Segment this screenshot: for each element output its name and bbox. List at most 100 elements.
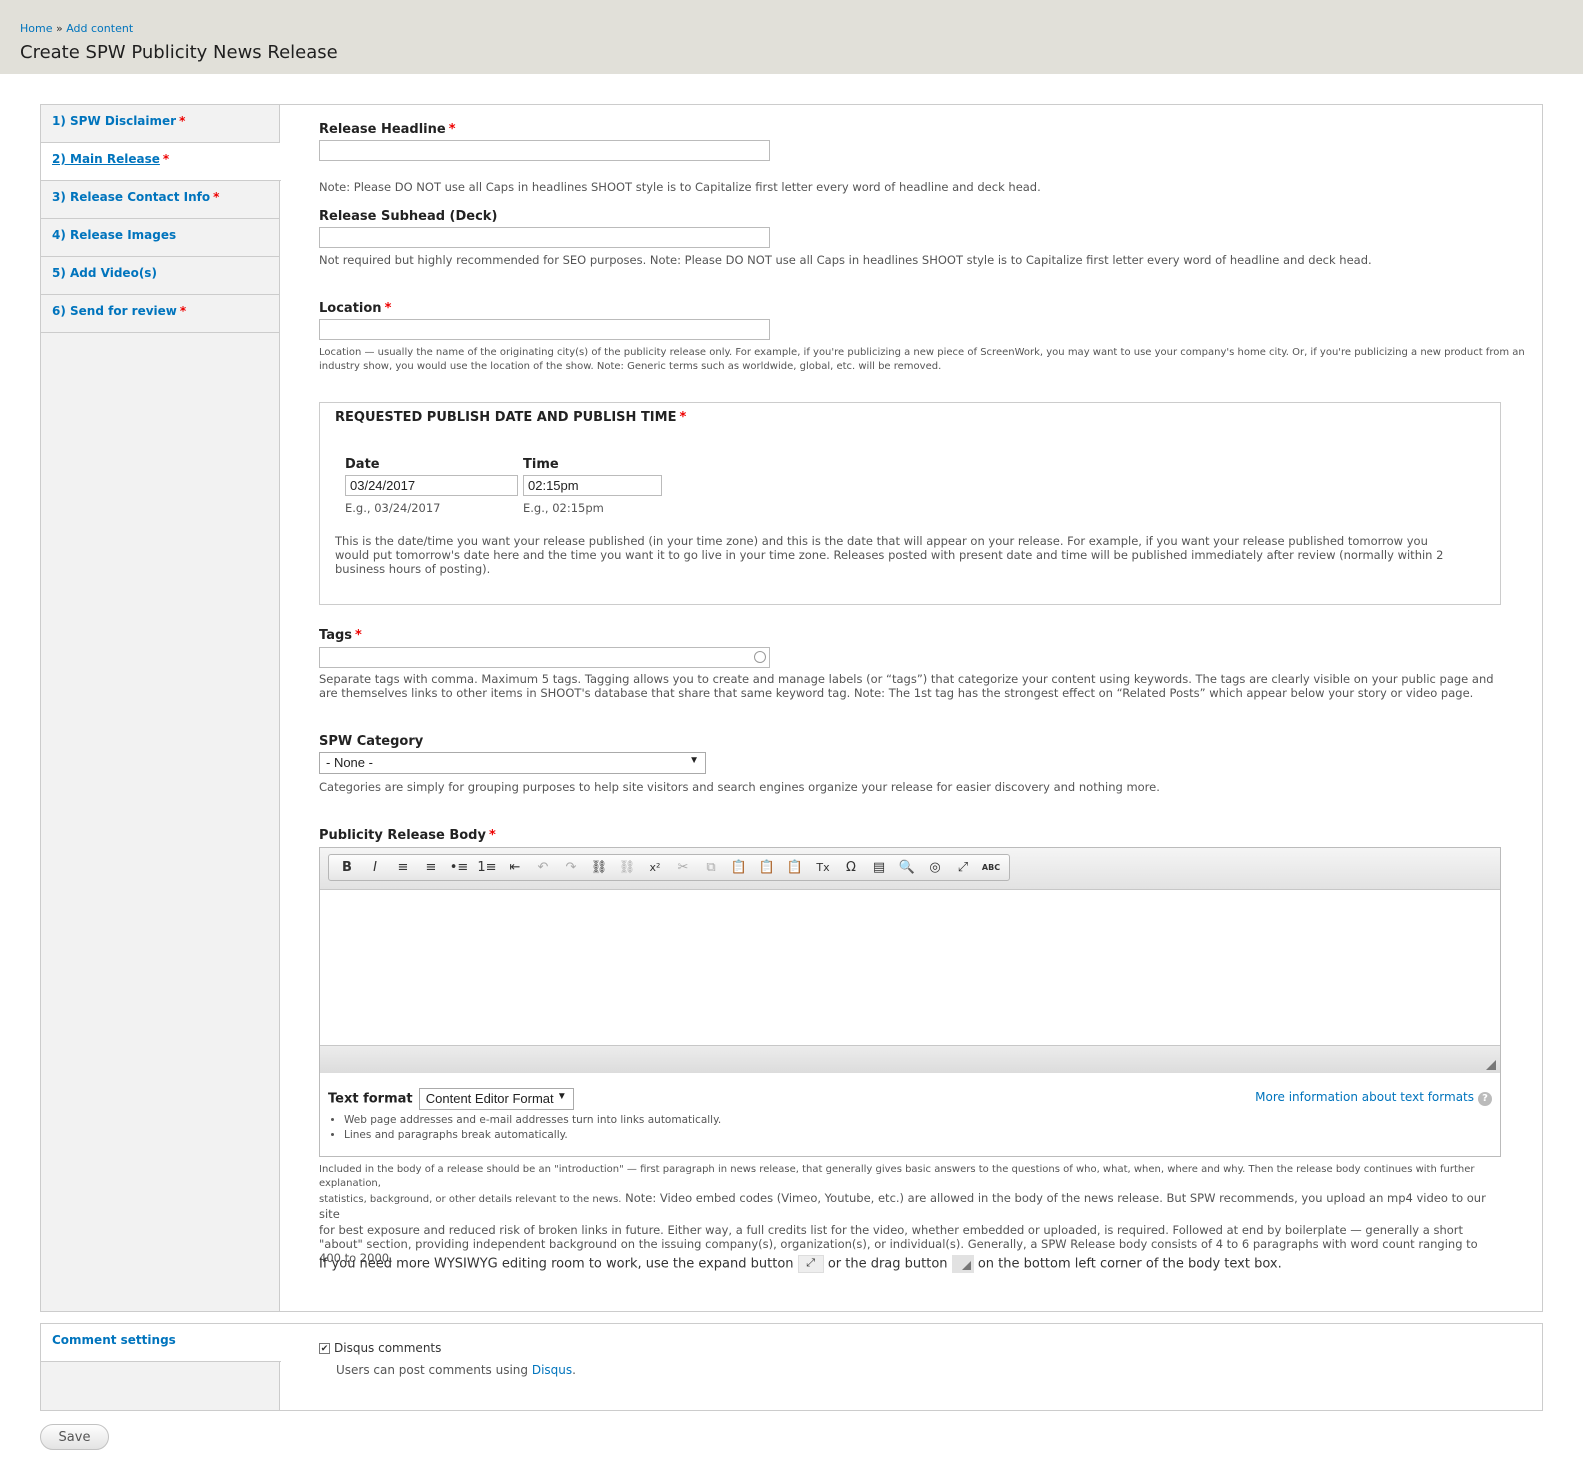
text-format-selected: Content Editor Format — [425, 1091, 554, 1106]
list-item: Web page addresses and e-mail addresses … — [344, 1113, 721, 1128]
tab-label[interactable]: 3) Release Contact Info — [52, 190, 210, 204]
comment-settings-tab-list: Comment settings — [41, 1324, 281, 1410]
paste-icon[interactable]: 📋 — [725, 856, 753, 880]
maximize-icon: ⤢ — [797, 1255, 824, 1273]
location-input[interactable] — [319, 319, 770, 340]
required-marker: * — [179, 114, 186, 128]
date-example: E.g., 03/24/2017 — [345, 501, 441, 515]
outdent-icon[interactable]: ⇤ — [501, 856, 529, 880]
source-icon[interactable]: ◎ — [921, 856, 949, 880]
italic-icon[interactable]: I — [361, 856, 389, 880]
list-item: Lines and paragraphs break automatically… — [344, 1128, 721, 1143]
subhead-note: Not required but highly recommended for … — [319, 253, 1372, 267]
chevron-down-icon: ▼ — [556, 1091, 567, 1102]
tags-field — [319, 647, 770, 668]
time-input[interactable] — [523, 475, 662, 496]
superscript-icon[interactable]: x² — [641, 856, 669, 880]
disqus-link[interactable]: Disqus — [532, 1363, 572, 1377]
tab-send-for-review[interactable]: 6) Send for review * — [41, 295, 279, 333]
save-button[interactable]: Save — [40, 1424, 109, 1450]
breadcrumb-home-link[interactable]: Home — [20, 22, 52, 35]
date-label: Date — [345, 457, 380, 472]
breadcrumb-add-content-link[interactable]: Add content — [66, 22, 133, 35]
tab-label[interactable]: Comment settings — [52, 1333, 176, 1347]
numbered-list-icon[interactable]: 1≡ — [473, 856, 501, 880]
maximize-icon[interactable]: ⤢ — [949, 856, 977, 880]
page-title: Create SPW Publicity News Release — [20, 42, 338, 63]
headline-label: Release Headline * — [319, 122, 456, 137]
align-center-icon[interactable]: ≡ — [417, 856, 445, 880]
tab-release-contact-info[interactable]: 3) Release Contact Info * — [41, 181, 279, 219]
category-label: SPW Category — [319, 734, 424, 749]
cut-icon[interactable]: ✂ — [669, 856, 697, 880]
time-label: Time — [523, 457, 559, 472]
tags-label: Tags * — [319, 628, 362, 643]
headline-input[interactable] — [319, 140, 770, 161]
tab-main-release[interactable]: 2) Main Release * — [41, 143, 281, 181]
undo-icon[interactable]: ↶ — [529, 856, 557, 880]
link-icon[interactable]: ⛓ — [585, 856, 613, 880]
vertical-tab-list: 1) SPW Disclaimer * 2) Main Release * 3) R… — [41, 105, 281, 1311]
find-icon[interactable]: 🔍 — [893, 856, 921, 880]
editor-toolbar: B I ≡ ≡ •≡ 1≡ ⇤ ↶ ↷ ⛓ ⛓ x² ✂ ⧉ 📋 📋 📋 Tx Ω ▤ 🔍 ◎ ⤢ ABC — [328, 854, 1010, 881]
comment-settings: Comment settings ✔ Disqus comments Users … — [40, 1323, 1543, 1411]
headline-note: Note: Please DO NOT use all Caps in head… — [319, 180, 1041, 194]
special-char-icon[interactable]: Ω — [837, 856, 865, 880]
vertical-tabs: 1) SPW Disclaimer * 2) Main Release * 3) R… — [40, 104, 1543, 1312]
location-note: Location — usually the name of the origi… — [319, 347, 1525, 372]
bold-icon[interactable]: B — [333, 856, 361, 880]
body-editor-area[interactable] — [320, 890, 1500, 1045]
page-header: Home » Add content Create SPW Publicity … — [0, 0, 1583, 74]
required-marker: * — [162, 152, 170, 166]
text-format-row: Text format Content Editor Format ▼ — [328, 1088, 574, 1110]
more-info-link[interactable]: More information about text formats — [1255, 1090, 1474, 1104]
tags-input[interactable] — [319, 647, 770, 668]
required-marker: * — [179, 304, 187, 318]
tab-release-images[interactable]: 4) Release Images — [41, 219, 279, 257]
align-left-icon[interactable]: ≡ — [389, 856, 417, 880]
tab-comment-settings[interactable]: Comment settings — [41, 1324, 281, 1362]
date-input[interactable] — [345, 475, 518, 496]
subhead-input[interactable] — [319, 227, 770, 248]
paste-word-icon[interactable]: 📋 — [781, 856, 809, 880]
publish-date-fieldset: REQUESTED PUBLISH DATE AND PUBLISH TIME *… — [319, 402, 1501, 605]
breadcrumb-separator: » — [55, 22, 63, 35]
unlink-icon[interactable]: ⛓ — [613, 856, 641, 880]
disqus-description: Users can post comments using Disqus. — [336, 1363, 576, 1377]
disqus-checkbox[interactable]: ✔ — [319, 1343, 330, 1354]
editor-status-bar — [320, 1045, 1500, 1073]
tab-spw-disclaimer[interactable]: 1) SPW Disclaimer * — [41, 105, 279, 143]
text-format-select[interactable]: Content Editor Format ▼ — [418, 1088, 574, 1110]
tab-label[interactable]: 6) Send for review — [52, 304, 177, 318]
tab-label[interactable]: 4) Release Images — [52, 228, 176, 242]
help-icon[interactable]: ? — [1478, 1092, 1492, 1106]
remove-format-icon[interactable]: Tx — [809, 856, 837, 880]
show-blocks-icon[interactable]: ▤ — [865, 856, 893, 880]
format-tips-list: Web page addresses and e-mail addresses … — [328, 1113, 721, 1143]
tab-label[interactable]: 2) Main Release — [52, 152, 160, 166]
spellcheck-icon[interactable]: ABC — [977, 856, 1005, 880]
tab-label[interactable]: 1) SPW Disclaimer — [52, 114, 176, 128]
category-note: Categories are simply for grouping purpo… — [319, 780, 1160, 794]
disqus-checkbox-label: Disqus comments — [334, 1341, 442, 1355]
paste-text-icon[interactable]: 📋 — [753, 856, 781, 880]
text-format-label: Text format — [328, 1091, 413, 1107]
resize-handle-icon[interactable] — [1486, 1060, 1496, 1070]
time-example: E.g., 02:15pm — [523, 501, 604, 515]
body-label: Publicity Release Body * — [319, 828, 496, 843]
tags-note: Separate tags with comma. Maximum 5 tags… — [319, 672, 1494, 700]
copy-icon[interactable]: ⧉ — [697, 856, 725, 880]
redo-icon[interactable]: ↷ — [557, 856, 585, 880]
required-marker: * — [213, 190, 220, 204]
publish-note: This is the date/time you want your rele… — [335, 534, 1444, 576]
wysiwyg-editor: B I ≡ ≡ •≡ 1≡ ⇤ ↶ ↷ ⛓ ⛓ x² ✂ ⧉ 📋 📋 📋 Tx Ω ▤ 🔍 ◎ ⤢ ABC Text form… — [319, 847, 1501, 1157]
tab-label[interactable]: 5) Add Video(s) — [52, 266, 157, 280]
more-info-row: More information about text formats? — [1255, 1090, 1492, 1106]
tab-add-videos[interactable]: 5) Add Video(s) — [41, 257, 279, 295]
category-selected-value: - None - — [326, 755, 373, 770]
editor-toolbar-bar: B I ≡ ≡ •≡ 1≡ ⇤ ↶ ↷ ⛓ ⛓ x² ✂ ⧉ 📋 📋 📋 Tx Ω ▤ 🔍 ◎ ⤢ ABC — [320, 848, 1500, 890]
resize-handle-icon — [951, 1255, 974, 1273]
category-select[interactable]: - None - ▼ — [319, 752, 706, 774]
bulleted-list-icon[interactable]: •≡ — [445, 856, 473, 880]
subhead-label: Release Subhead (Deck) — [319, 209, 498, 224]
